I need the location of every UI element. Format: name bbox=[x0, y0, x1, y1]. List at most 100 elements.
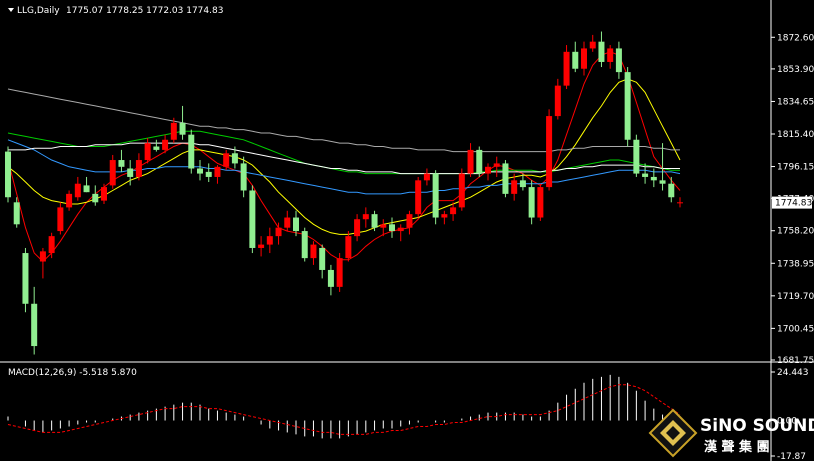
price-chart: LLG,Daily 1775.07 1778.25 1772.03 1774.8… bbox=[0, 0, 814, 461]
candle-body bbox=[362, 214, 369, 220]
candle-body bbox=[519, 180, 526, 188]
candle-body bbox=[170, 122, 177, 140]
candle-body bbox=[231, 153, 238, 164]
candle-body bbox=[310, 244, 317, 259]
candle-body bbox=[258, 244, 265, 248]
candle-body bbox=[659, 180, 666, 184]
candle-body bbox=[153, 146, 160, 150]
candle-body bbox=[668, 183, 675, 198]
candle-body bbox=[205, 171, 212, 177]
candle-body bbox=[13, 202, 20, 225]
candle-body bbox=[57, 207, 64, 232]
candle-body bbox=[406, 214, 413, 228]
candle-body bbox=[31, 303, 38, 347]
candle-body bbox=[397, 227, 404, 232]
candle-body bbox=[118, 160, 125, 167]
candle-body bbox=[345, 236, 352, 259]
price-tick-label: 1738.95 bbox=[777, 259, 814, 269]
candle-body bbox=[650, 176, 657, 181]
ma-line-2 bbox=[7, 78, 681, 235]
candle-body bbox=[109, 160, 116, 186]
candle-body bbox=[5, 151, 11, 198]
candle-body bbox=[589, 41, 596, 49]
candle-body bbox=[101, 187, 107, 201]
price-tick-label: 1719.70 bbox=[777, 292, 814, 302]
candle-body bbox=[537, 187, 544, 218]
candle-body bbox=[179, 122, 186, 135]
candle-body bbox=[223, 153, 230, 167]
candle-body bbox=[214, 166, 221, 177]
candle-body bbox=[275, 227, 282, 237]
candle-body bbox=[66, 193, 73, 208]
candle-body bbox=[389, 224, 395, 232]
candle-body bbox=[144, 143, 151, 161]
candle-body bbox=[476, 149, 483, 174]
candle-body bbox=[22, 253, 29, 304]
macd-signal-line bbox=[7, 384, 681, 435]
price-tick-label: 1834.65 bbox=[777, 97, 814, 107]
candle-body bbox=[415, 180, 422, 215]
candle-body bbox=[572, 51, 579, 69]
chart-title-group: LLG,Daily 1775.07 1778.25 1772.03 1774.8… bbox=[8, 6, 223, 16]
candle-body bbox=[642, 173, 649, 177]
candle-body bbox=[432, 173, 439, 218]
candle-body bbox=[493, 163, 500, 167]
candle-body bbox=[293, 217, 299, 232]
candle-body bbox=[598, 41, 605, 62]
candle-body bbox=[485, 166, 491, 174]
candle-body bbox=[615, 48, 622, 73]
moving-averages bbox=[7, 51, 681, 263]
candle-body bbox=[624, 72, 631, 140]
candle-body bbox=[511, 180, 518, 194]
candle-body bbox=[380, 224, 387, 228]
macd-tick-label: 24.443 bbox=[777, 368, 809, 378]
candle-body bbox=[607, 48, 614, 62]
price-tick-label: 1796.15 bbox=[777, 163, 814, 173]
current-price-marker: 1774.83 bbox=[772, 196, 812, 209]
candle-body bbox=[92, 193, 99, 203]
candle-body bbox=[249, 190, 256, 248]
candle-body bbox=[502, 163, 509, 194]
current-price-label: 1774.83 bbox=[775, 199, 812, 209]
logo-chinese: 漢 聲 集 團 bbox=[704, 439, 770, 455]
candle-body bbox=[546, 116, 553, 188]
candle-body bbox=[74, 183, 81, 198]
candle-body bbox=[554, 85, 561, 117]
candle-body bbox=[581, 48, 587, 69]
candle-body bbox=[284, 217, 291, 228]
candle-body bbox=[371, 214, 378, 228]
candle-body bbox=[319, 247, 326, 270]
candle-body bbox=[301, 231, 308, 259]
candle-body bbox=[188, 134, 195, 169]
price-tick-label: 1853.90 bbox=[777, 65, 814, 75]
candle-body bbox=[48, 236, 55, 254]
candle-body bbox=[135, 160, 142, 177]
candle-body bbox=[327, 269, 334, 287]
price-tick-label: 1815.40 bbox=[777, 130, 814, 140]
symbol-dropdown-icon[interactable] bbox=[8, 8, 14, 12]
candle-body bbox=[633, 139, 640, 174]
candle-body bbox=[441, 214, 448, 218]
macd-indicator bbox=[7, 374, 681, 439]
ohlc-readout: 1775.07 1778.25 1772.03 1774.83 bbox=[66, 6, 223, 16]
candle-body bbox=[458, 173, 465, 208]
sinosound-logo: SiNO SOUND 漢 聲 集 團 bbox=[648, 408, 814, 458]
candles bbox=[5, 31, 683, 355]
candle-body bbox=[83, 185, 90, 193]
macd-axis: 24.4430.00-17.87 bbox=[771, 368, 809, 461]
price-tick-label: 1700.45 bbox=[777, 324, 814, 334]
candle-body bbox=[467, 149, 474, 174]
candle-body bbox=[677, 202, 683, 204]
price-tick-label: 1681.75 bbox=[777, 356, 814, 366]
candle-body bbox=[528, 187, 535, 218]
candle-body bbox=[197, 168, 203, 174]
macd-title: MACD(12,26,9) -5.518 5.870 bbox=[8, 368, 137, 378]
candle-body bbox=[162, 139, 169, 150]
macd-tick-label: -17.87 bbox=[777, 452, 806, 461]
ma-line-1 bbox=[7, 51, 681, 263]
candle-body bbox=[423, 173, 430, 181]
price-tick-label: 1758.20 bbox=[777, 227, 814, 237]
candle-body bbox=[240, 163, 247, 191]
candle-body bbox=[266, 236, 273, 245]
ma-line-5 bbox=[8, 142, 680, 175]
